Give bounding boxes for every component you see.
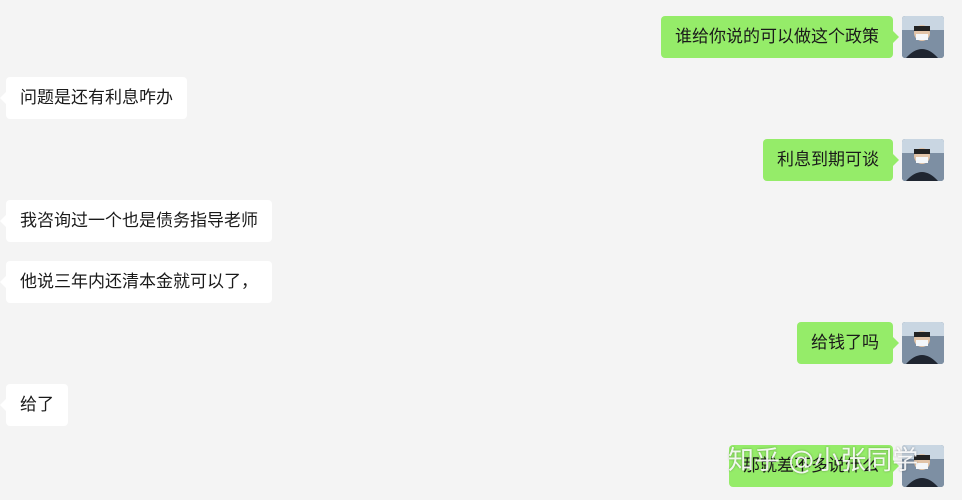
message-row-outgoing: 那就差不多说什么 <box>0 445 962 489</box>
message-bubble-outgoing[interactable]: 谁给你说的可以做这个政策 <box>661 16 899 58</box>
message-bubble-outgoing[interactable]: 那就差不多说什么 <box>729 445 899 487</box>
message-row-outgoing: 利息到期可谈 <box>0 139 962 183</box>
message-row-outgoing: 谁给你说的可以做这个政策 <box>0 16 962 60</box>
message-row-incoming: 我咨询过一个也是债务指导老师 <box>0 200 962 244</box>
message-bubble-outgoing[interactable]: 给钱了吗 <box>797 322 899 364</box>
message-bubble-incoming[interactable]: 我咨询过一个也是债务指导老师 <box>0 200 272 242</box>
message-bubble-incoming[interactable]: 问题是还有利息咋办 <box>0 77 187 119</box>
chat-window: 谁给你说的可以做这个政策 问题是还有利息咋办 利息到期可谈 我咨询过一个也是债务… <box>0 0 962 500</box>
message-row-incoming: 他说三年内还清本金就可以了， <box>0 261 962 305</box>
message-bubble-incoming[interactable]: 给了 <box>0 384 68 426</box>
message-row-incoming: 给了 <box>0 384 962 428</box>
message-row-outgoing: 给钱了吗 <box>0 322 962 366</box>
message-bubble-outgoing[interactable]: 利息到期可谈 <box>763 139 899 181</box>
user-avatar-icon[interactable] <box>902 445 944 487</box>
message-bubble-incoming[interactable]: 他说三年内还清本金就可以了， <box>0 261 272 303</box>
user-avatar-icon[interactable] <box>902 322 944 364</box>
message-row-incoming: 问题是还有利息咋办 <box>0 77 962 121</box>
user-avatar-icon[interactable] <box>902 139 944 181</box>
user-avatar-icon[interactable] <box>902 16 944 58</box>
